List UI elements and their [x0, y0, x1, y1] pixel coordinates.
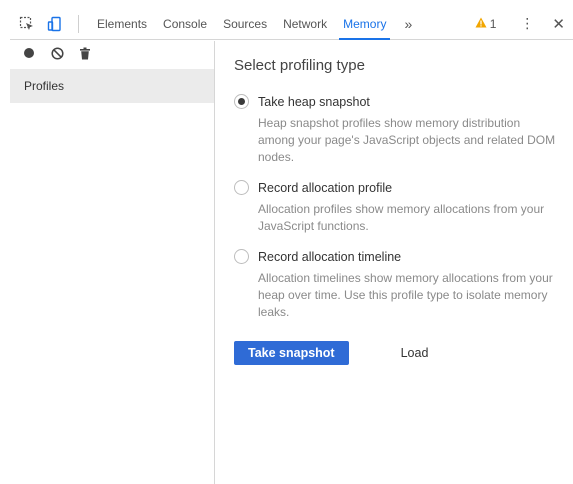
- option-label: Take heap snapshot: [258, 94, 370, 109]
- clear-icon[interactable]: [50, 46, 64, 60]
- option-allocation-timeline-row[interactable]: Record allocation timeline: [234, 249, 564, 264]
- profiling-type-panel: Select profiling type Take heap snapshot…: [234, 41, 564, 365]
- warning-counter[interactable]: 1: [475, 16, 497, 31]
- take-snapshot-button[interactable]: Take snapshot: [234, 341, 349, 365]
- sidebar-item-profiles[interactable]: Profiles: [10, 69, 214, 103]
- option-allocation-profile-row[interactable]: Record allocation profile: [234, 180, 564, 195]
- tab-elements[interactable]: Elements: [89, 8, 155, 40]
- tab-sources[interactable]: Sources: [215, 8, 275, 40]
- option-allocation-timeline: Record allocation timeline Allocation ti…: [234, 249, 564, 321]
- option-label: Record allocation timeline: [258, 249, 402, 264]
- load-button[interactable]: Load: [401, 346, 429, 360]
- allocation-timeline-radio[interactable]: [234, 249, 249, 264]
- sidebar-toolbar: [10, 41, 214, 65]
- close-icon[interactable]: ✕: [544, 15, 573, 33]
- option-description: Allocation timelines show memory allocat…: [258, 271, 553, 319]
- more-tabs-button[interactable]: »: [394, 16, 422, 32]
- warning-icon: [475, 17, 487, 31]
- option-allocation-profile: Record allocation profile Allocation pro…: [234, 180, 564, 235]
- kebab-menu-icon[interactable]: ⋮: [510, 15, 544, 32]
- heap-snapshot-radio[interactable]: [234, 94, 249, 109]
- allocation-profile-radio[interactable]: [234, 180, 249, 195]
- action-buttons: Take snapshot Load: [234, 341, 564, 365]
- device-toggle-icon[interactable]: [44, 13, 66, 35]
- profiles-sidebar: Profiles: [10, 41, 215, 484]
- warning-count: 1: [489, 16, 497, 31]
- toolbar-right: 1 ⋮ ✕: [475, 15, 573, 33]
- devtools-toolbar: Elements Console Sources Network Memory …: [10, 8, 573, 40]
- option-description: Heap snapshot profiles show memory distr…: [258, 116, 556, 164]
- option-heap-snapshot-row[interactable]: Take heap snapshot: [234, 94, 564, 109]
- option-heap-snapshot: Take heap snapshot Heap snapshot profile…: [234, 94, 564, 166]
- option-description: Allocation profiles show memory allocati…: [258, 202, 545, 233]
- trash-icon[interactable]: [78, 46, 92, 60]
- tab-console[interactable]: Console: [155, 8, 215, 40]
- record-icon[interactable]: [22, 46, 36, 60]
- tab-memory[interactable]: Memory: [335, 8, 394, 40]
- option-label: Record allocation profile: [258, 180, 393, 195]
- toolbar-divider: [78, 14, 79, 33]
- tab-network[interactable]: Network: [275, 8, 335, 40]
- inspect-icon[interactable]: [16, 13, 38, 35]
- page-title: Select profiling type: [234, 57, 365, 74]
